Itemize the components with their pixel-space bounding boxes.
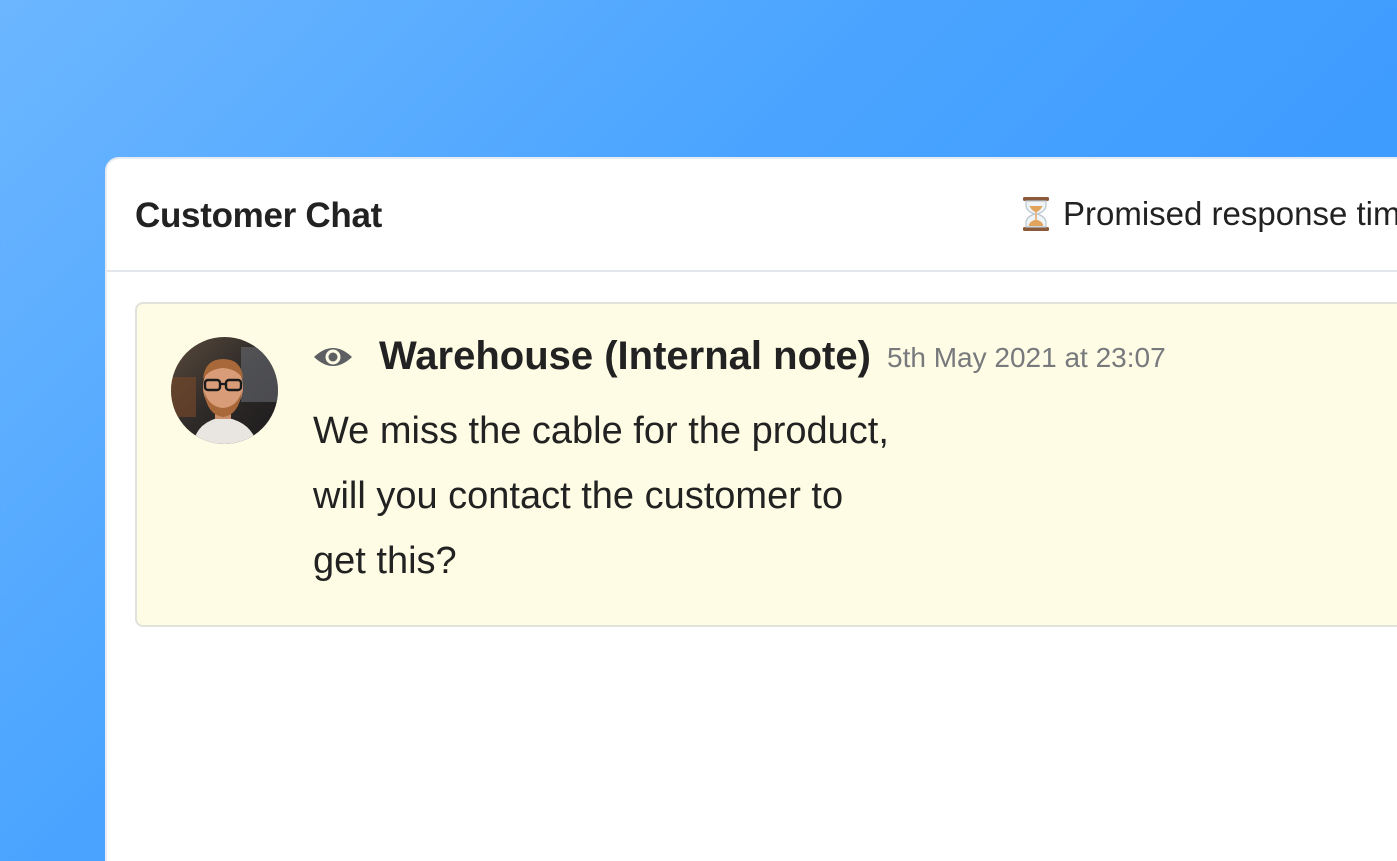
note-message-text: We miss the cable for the product, will … [313,399,889,594]
internal-note-message: Warehouse (Internal note) 5th May 2021 a… [135,302,1397,627]
chat-title: Customer Chat [135,196,382,235]
message-line: will you contact the customer to [313,475,844,517]
customer-chat-panel: Customer Chat Promised response tim Ware… [105,157,1397,861]
note-timestamp: 5th May 2021 at 23:07 [887,342,1166,373]
hourglass-icon [1021,196,1051,232]
response-time-label: Promised response tim [1063,195,1397,232]
message-line: get this? [313,540,457,582]
response-time-indicator: Promised response tim [1021,195,1397,233]
chat-header: Customer Chat Promised response tim [107,159,1397,272]
avatar[interactable] [171,337,278,444]
note-author: Warehouse (Internal note) [379,334,871,378]
message-line: We miss the cable for the product, [313,410,889,452]
eye-icon [313,342,353,372]
